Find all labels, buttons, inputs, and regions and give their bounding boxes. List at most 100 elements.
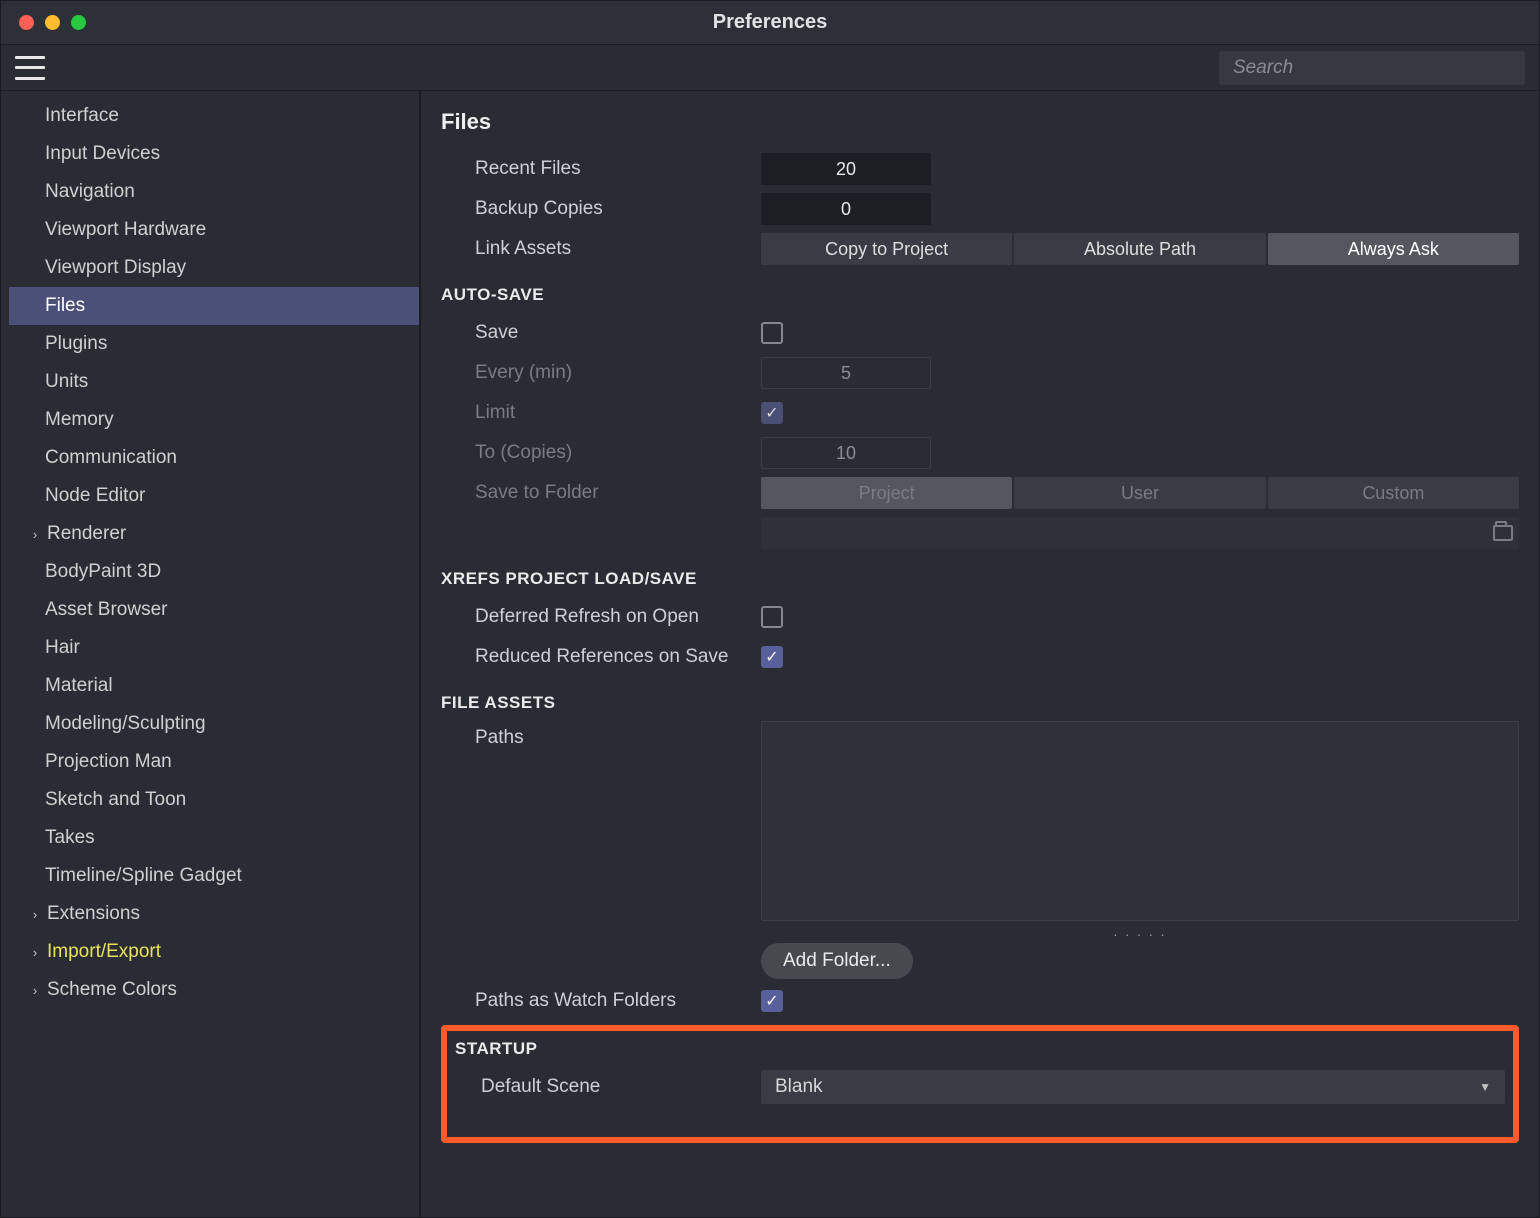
seg-copy-to-project[interactable]: Copy to Project [761,233,1012,265]
sidebar-item-label: BodyPaint 3D [45,561,161,583]
link-assets-label: Link Assets [441,238,751,260]
close-window-button[interactable] [19,15,34,30]
seg-absolute-path[interactable]: Absolute Path [1014,233,1265,265]
sidebar-item-sketch-and-toon[interactable]: Sketch and Toon [9,781,419,819]
sidebar-item-interface[interactable]: Interface [9,97,419,135]
startup-highlight: STARTUP Default Scene Blank ▼ [441,1025,1519,1143]
default-scene-dropdown[interactable]: Blank ▼ [761,1070,1505,1104]
recent-files-input[interactable] [761,153,931,185]
resize-handle[interactable]: . . . . . [761,923,1519,939]
search-input[interactable] [1219,51,1525,85]
sidebar: Interface Input Devices Navigation Viewport… [1,91,421,1217]
menu-icon[interactable] [15,56,45,80]
autosave-tocopies-input[interactable] [761,437,931,469]
autosave-folder-label: Save to Folder [441,482,751,504]
autosave-limit-checkbox[interactable]: ✓ [761,402,783,424]
sidebar-item-label: Extensions [47,903,140,925]
backup-copies-input[interactable] [761,193,931,225]
sidebar-item-label: Interface [45,105,119,127]
sidebar-item-import-export[interactable]: › Import/Export [9,933,419,971]
xrefs-deferred-checkbox[interactable] [761,606,783,628]
titlebar: Preferences [1,1,1539,45]
chevron-right-icon: › [27,527,43,542]
add-folder-button[interactable]: Add Folder... [761,943,913,979]
paths-listbox[interactable] [761,721,1519,921]
autosave-every-label: Every (min) [441,362,751,384]
xrefs-deferred-label: Deferred Refresh on Open [441,606,751,628]
sidebar-item-label: Timeline/Spline Gadget [45,865,242,887]
sidebar-item-label: Input Devices [45,143,160,165]
sidebar-item-material[interactable]: Material [9,667,419,705]
sidebar-item-extensions[interactable]: › Extensions [9,895,419,933]
sidebar-item-label: Files [45,295,85,317]
sidebar-item-label: Takes [45,827,95,849]
startup-head: STARTUP [455,1039,1505,1059]
sidebar-item-renderer[interactable]: ›Renderer [9,515,419,553]
backup-copies-label: Backup Copies [441,198,751,220]
sidebar-item-label: Hair [45,637,80,659]
sidebar-item-modeling-sculpting[interactable]: Modeling/Sculpting [9,705,419,743]
autosave-head: AUTO-SAVE [441,285,1519,305]
sidebar-item-units[interactable]: Units [9,363,419,401]
sidebar-item-label: Node Editor [45,485,145,507]
paths-label: Paths [441,721,751,749]
sidebar-item-label: Import/Export [47,941,161,963]
autosave-tocopies-label: To (Copies) [441,442,751,464]
sidebar-item-projection-man[interactable]: Projection Man [9,743,419,781]
chevron-right-icon: › [27,983,43,998]
sidebar-item-viewport-hardware[interactable]: Viewport Hardware [9,211,419,249]
sidebar-item-timeline-spline-gadget[interactable]: Timeline/Spline Gadget [9,857,419,895]
sidebar-item-memory[interactable]: Memory [9,401,419,439]
sidebar-item-label: Scheme Colors [47,979,177,1001]
sidebar-item-navigation[interactable]: Navigation [9,173,419,211]
sidebar-item-node-editor[interactable]: Node Editor [9,477,419,515]
panel-title: Files [441,109,1519,135]
sidebar-item-label: Modeling/Sculpting [45,713,206,735]
sidebar-item-plugins[interactable]: Plugins [9,325,419,363]
main-panel: Files Recent Files Backup Copies Link As… [421,91,1539,1217]
seg-custom[interactable]: Custom [1268,477,1519,509]
sidebar-item-scheme-colors[interactable]: › Scheme Colors [9,971,419,1009]
sidebar-item-communication[interactable]: Communication [9,439,419,477]
sidebar-item-takes[interactable]: Takes [9,819,419,857]
autosave-every-input[interactable] [761,357,931,389]
sidebar-item-label: Viewport Hardware [45,219,206,241]
sidebar-item-label: Asset Browser [45,599,167,621]
xrefs-reduced-checkbox[interactable]: ✓ [761,646,783,668]
xrefs-head: XREFS PROJECT LOAD/SAVE [441,569,1519,589]
sidebar-item-label: Plugins [45,333,107,355]
sidebar-item-hair[interactable]: Hair [9,629,419,667]
window-title: Preferences [1,11,1539,34]
sidebar-item-label: Communication [45,447,177,469]
paths-watch-checkbox[interactable]: ✓ [761,990,783,1012]
seg-user[interactable]: User [1014,477,1265,509]
sidebar-item-label: Memory [45,409,114,431]
chevron-right-icon: › [27,945,43,960]
sidebar-item-label: Viewport Display [45,257,186,279]
sidebar-item-files[interactable]: Files [9,287,419,325]
default-scene-value: Blank [775,1076,823,1098]
chevron-down-icon: ▼ [1479,1080,1491,1094]
paths-watch-label: Paths as Watch Folders [441,990,751,1012]
sidebar-item-bodypaint-3d[interactable]: BodyPaint 3D [9,553,419,591]
folder-icon [1493,525,1513,541]
maximize-window-button[interactable] [71,15,86,30]
recent-files-label: Recent Files [441,158,751,180]
sidebar-item-label: Navigation [45,181,135,203]
autosave-save-checkbox[interactable] [761,322,783,344]
sidebar-item-label: Material [45,675,113,697]
seg-project[interactable]: Project [761,477,1012,509]
minimize-window-button[interactable] [45,15,60,30]
xrefs-reduced-label: Reduced References on Save [441,646,751,668]
default-scene-label: Default Scene [455,1076,751,1098]
sidebar-item-asset-browser[interactable]: Asset Browser [9,591,419,629]
sidebar-item-label: Units [45,371,88,393]
sidebar-item-label: Sketch and Toon [45,789,186,811]
seg-always-ask[interactable]: Always Ask [1268,233,1519,265]
autosave-folder-path[interactable] [761,517,1519,549]
sidebar-item-input-devices[interactable]: Input Devices [9,135,419,173]
sidebar-item-viewport-display[interactable]: Viewport Display [9,249,419,287]
toolbar [1,45,1539,91]
autosave-save-label: Save [441,322,751,344]
chevron-right-icon: › [27,907,43,922]
